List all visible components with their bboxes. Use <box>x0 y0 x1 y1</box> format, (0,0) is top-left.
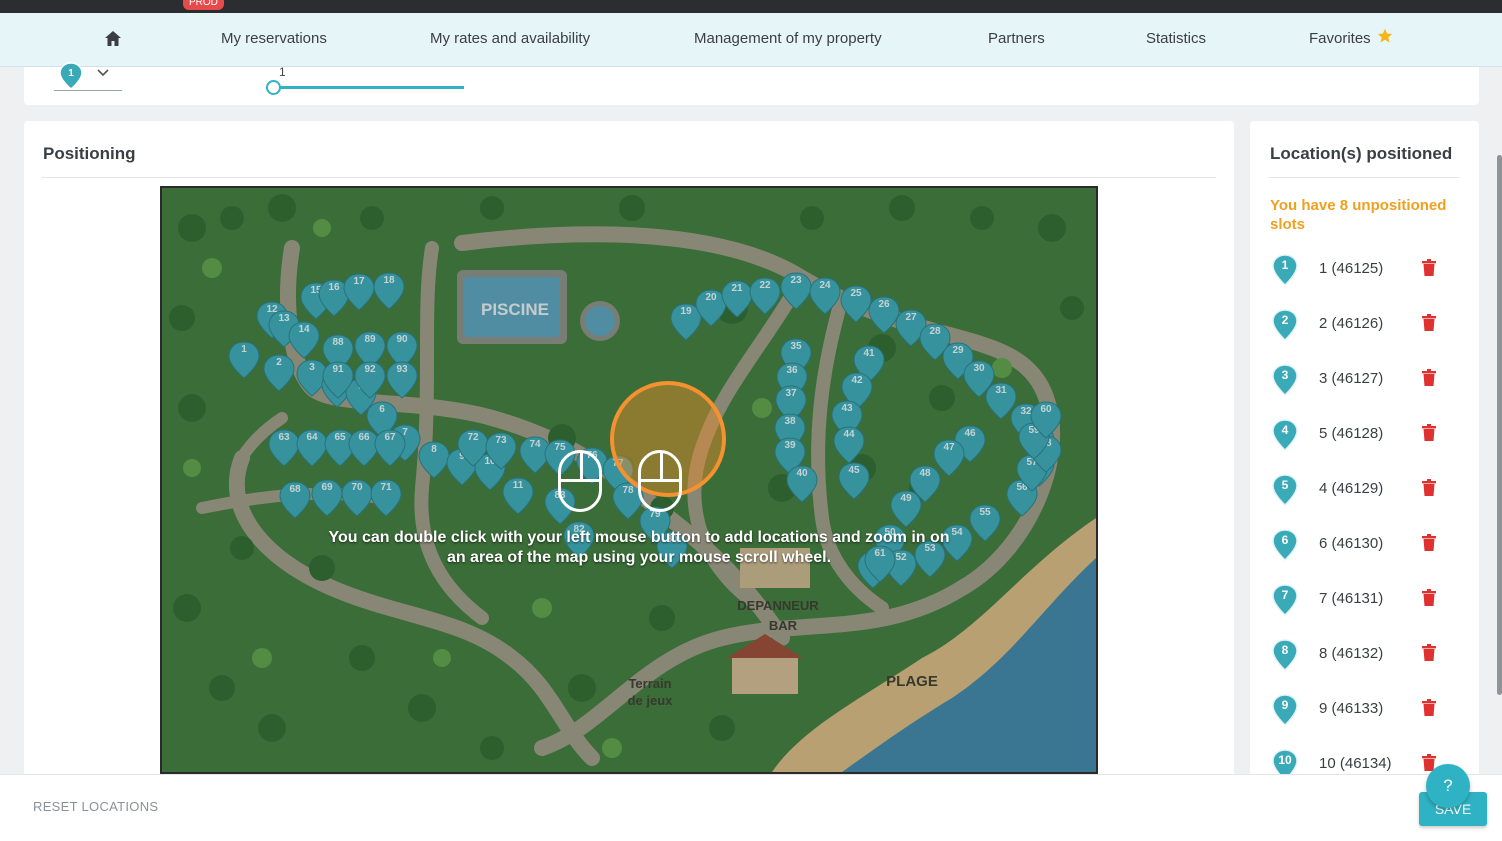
location-pin-number: 4 <box>1281 423 1289 437</box>
star-icon <box>1377 28 1392 43</box>
locations-title: Location(s) positioned <box>1270 144 1453 163</box>
location-row: 6 6 (46130) <box>1250 528 1479 583</box>
location-pin-number: 5 <box>1281 478 1289 492</box>
positioning-title: Positioning <box>43 144 136 163</box>
location-pin-number: 8 <box>1281 643 1289 657</box>
chevron-down-icon <box>97 69 109 77</box>
nav-rates-availability[interactable]: My rates and availability <box>430 13 590 67</box>
location-pin-number: 9 <box>1281 698 1289 712</box>
location-pin-number: 3 <box>1281 368 1289 382</box>
trash-icon[interactable] <box>1422 259 1436 276</box>
home-icon[interactable] <box>104 30 122 48</box>
main-navbar: My reservations My rates and availabilit… <box>0 13 1502 67</box>
location-row: 2 2 (46126) <box>1250 308 1479 363</box>
marker-pin-icon: 1 <box>59 62 83 90</box>
location-row: 4 5 (46128) <box>1250 418 1479 473</box>
location-label: 6 (46130) <box>1319 535 1384 552</box>
location-row: 9 9 (46133) <box>1250 693 1479 748</box>
positioning-panel: Positioning PISCINE DEPANNEUR BAR PLAGE … <box>24 121 1234 781</box>
marker-style-select[interactable]: 1 <box>54 62 122 91</box>
unpositioned-warning: You have 8 unpositioned slots <box>1270 197 1447 233</box>
trash-icon[interactable] <box>1422 644 1436 661</box>
trash-icon[interactable] <box>1422 424 1436 441</box>
reset-locations-button[interactable]: RESET LOCATIONS <box>33 799 158 814</box>
nav-favorites[interactable]: Favorites <box>1309 13 1393 67</box>
size-slider-track[interactable] <box>274 86 464 89</box>
nav-property-management[interactable]: Management of my property <box>694 13 882 67</box>
location-pin-number: 2 <box>1281 313 1289 327</box>
location-row: 3 3 (46127) <box>1250 363 1479 418</box>
trash-icon[interactable] <box>1422 369 1436 386</box>
location-row: 7 7 (46131) <box>1250 583 1479 638</box>
location-label: 9 (46133) <box>1319 700 1384 717</box>
trash-icon[interactable] <box>1422 314 1436 331</box>
divider <box>42 177 1216 178</box>
marker-pin-number: 1 <box>68 68 74 79</box>
top-system-bar: PROD <box>0 0 1502 13</box>
location-pin-number: 1 <box>1281 258 1289 272</box>
location-pin-number: 10 <box>1278 753 1292 767</box>
location-pin-number: 7 <box>1281 588 1289 602</box>
location-label: 7 (46131) <box>1319 590 1384 607</box>
locations-panel: Location(s) positioned You have 8 unposi… <box>1250 121 1479 781</box>
trash-icon[interactable] <box>1422 534 1436 551</box>
nav-my-reservations[interactable]: My reservations <box>221 13 327 67</box>
location-label: 4 (46129) <box>1319 480 1384 497</box>
divider <box>1269 177 1459 178</box>
location-row: 1 1 (46125) <box>1250 253 1479 308</box>
location-label: 10 (46134) <box>1319 755 1392 772</box>
nav-favorites-label: Favorites <box>1309 30 1371 47</box>
campsite-map[interactable]: PISCINE DEPANNEUR BAR PLAGE Terrain de j… <box>160 186 1098 774</box>
trash-icon[interactable] <box>1422 699 1436 716</box>
location-pin-number: 6 <box>1281 533 1289 547</box>
trash-icon[interactable] <box>1422 589 1436 606</box>
location-label: 3 (46127) <box>1319 370 1384 387</box>
nav-statistics[interactable]: Statistics <box>1146 13 1206 67</box>
help-button[interactable]: ? <box>1426 764 1470 808</box>
mouse-left-click-icon <box>558 450 602 512</box>
location-row: 5 4 (46129) <box>1250 473 1479 528</box>
map-hint-text: You can double click with your left mous… <box>328 529 950 566</box>
marker-settings-card: 1 1 <box>24 62 1479 105</box>
trash-icon[interactable] <box>1422 479 1436 496</box>
location-label: 2 (46126) <box>1319 315 1384 332</box>
env-badge: PROD <box>183 0 224 10</box>
location-label: 5 (46128) <box>1319 425 1384 442</box>
location-row: 8 8 (46132) <box>1250 638 1479 693</box>
location-label: 1 (46125) <box>1319 260 1384 277</box>
slider-value: 1 <box>279 65 286 79</box>
mouse-scroll-icon <box>638 450 682 512</box>
location-label: 8 (46132) <box>1319 645 1384 662</box>
bottom-action-bar: RESET LOCATIONS SAVE <box>0 774 1502 841</box>
location-list: 1 1 (46125) 2 2 (46126) 3 3 (46127) 4 5 (46128)… <box>1250 253 1479 781</box>
size-slider-handle[interactable] <box>266 80 281 95</box>
nav-partners[interactable]: Partners <box>988 13 1045 67</box>
page-scrollbar[interactable] <box>1497 155 1502 695</box>
